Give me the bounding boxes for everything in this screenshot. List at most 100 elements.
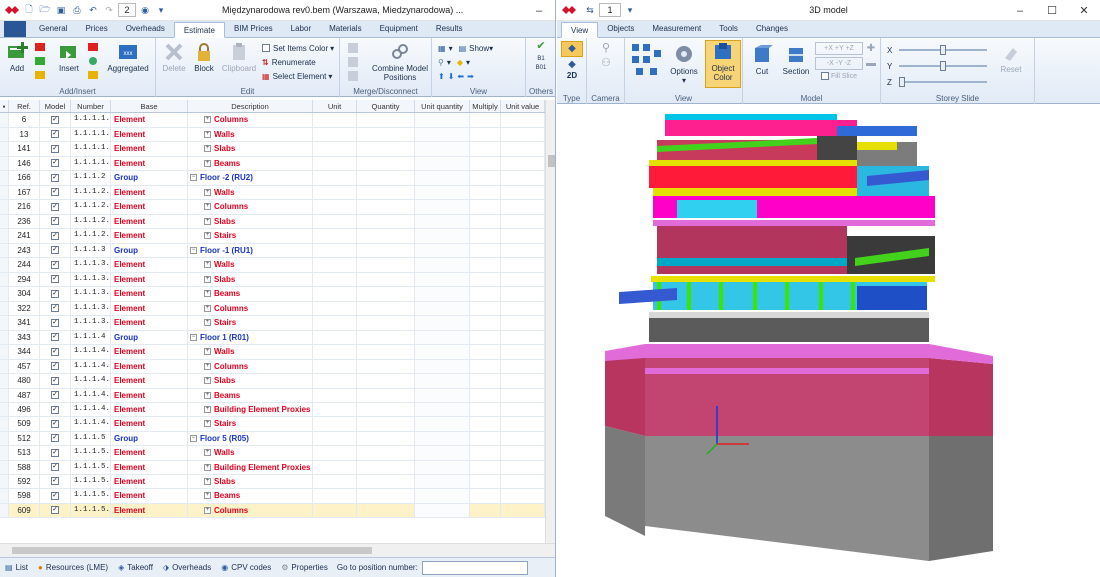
merge-icon[interactable] — [347, 42, 359, 54]
element-row[interactable]: 480 ✓ 1.1.1.4.3 Element + Slabs — [0, 374, 545, 389]
element-row[interactable]: 141 ✓ 1.1.1.1.3 Element + Slabs — [0, 142, 545, 157]
expand-toggle-icon[interactable]: + — [204, 477, 211, 485]
aggregated-button[interactable]: xxx Aggregated — [103, 41, 153, 73]
delete-button[interactable]: Delete — [160, 41, 188, 73]
arrow-down-icon[interactable]: ⬇ — [448, 72, 455, 81]
tab-materials[interactable]: Materials — [320, 21, 370, 37]
plus-x-button[interactable]: +X — [824, 45, 833, 52]
bottom-tab-properties[interactable]: ⚙ Properties — [276, 559, 333, 577]
element-row[interactable]: 592 ✓ 1.1.1.5.3 Element + Slabs — [0, 474, 545, 489]
walk-icon[interactable]: ⚇ — [595, 58, 617, 69]
model-checkbox[interactable]: ✓ — [51, 405, 59, 414]
new-file-icon[interactable]: 🗋 — [22, 3, 36, 17]
element-row[interactable]: 236 ✓ 1.1.1.2.3 Element + Slabs — [0, 214, 545, 229]
column-number[interactable]: Number — [71, 100, 111, 112]
row-selector[interactable] — [0, 142, 9, 156]
row-selector[interactable] — [0, 388, 9, 402]
arrow-up-icon[interactable]: ⬆ — [438, 72, 445, 81]
spin-icon[interactable]: ◉ — [138, 3, 152, 17]
element-row[interactable]: 598 ✓ 1.1.1.5.4 Element + Beams — [0, 489, 545, 504]
storey-slider-track[interactable] — [899, 45, 987, 55]
row-selector[interactable] — [0, 460, 9, 474]
row-selector[interactable] — [0, 345, 9, 359]
plus-icon[interactable]: ✚ — [865, 44, 877, 54]
file-menu-button[interactable] — [4, 21, 26, 37]
expand-toggle-icon[interactable]: + — [204, 203, 211, 211]
model-checkbox[interactable]: ✓ — [51, 159, 59, 168]
expand-toggle-icon[interactable]: − — [190, 434, 197, 442]
element-row[interactable]: 241 ✓ 1.1.1.2.4 Element + Stairs — [0, 229, 545, 244]
model-checkbox[interactable]: ✓ — [51, 448, 59, 457]
set-items-color-button[interactable]: Set Items Color ▾ — [262, 42, 334, 54]
add-button[interactable]: Add — [4, 41, 30, 73]
model-checkbox[interactable]: ✓ — [51, 217, 59, 226]
dropdown-arrow-icon[interactable]: ▾ — [449, 44, 453, 53]
column-unit-value[interactable]: Unit value — [501, 100, 545, 112]
save-icon[interactable]: ▣ — [54, 3, 68, 17]
object-color-button[interactable]: Object Color — [705, 40, 741, 88]
block-button[interactable]: Block — [190, 41, 218, 73]
group-row[interactable]: 343 ✓ 1.1.1.4 Group − Floor 1 (R01) — [0, 330, 545, 345]
model-checkbox[interactable]: ✓ — [51, 477, 59, 486]
storey-slider-track[interactable] — [899, 77, 987, 87]
element-row[interactable]: 487 ✓ 1.1.1.4.4 Element + Beams — [0, 388, 545, 403]
goto-position-input[interactable] — [421, 560, 528, 575]
tab-prices[interactable]: Prices — [76, 21, 116, 37]
dropdown-arrow-icon[interactable]: ▾ — [447, 58, 451, 67]
bottom-tab-overheads[interactable]: ⬗ Overheads — [158, 559, 216, 577]
select-all-icon[interactable]: ▪ — [0, 100, 9, 112]
customize-icon[interactable]: ▾ — [623, 3, 637, 17]
group-row[interactable]: 166 ✓ 1.1.1.2 Group − Floor -2 (RU2) — [0, 171, 545, 186]
expand-toggle-icon[interactable]: + — [204, 217, 211, 225]
print-icon[interactable]: ⎙ — [70, 3, 84, 17]
arrow-left-icon[interactable]: ⬅ — [457, 72, 464, 81]
element-row[interactable]: 509 ✓ 1.1.1.4.6 Element + Stairs — [0, 417, 545, 432]
column-model[interactable]: Model — [40, 100, 71, 112]
row-selector[interactable] — [0, 214, 9, 228]
model-checkbox[interactable]: ✓ — [51, 419, 59, 428]
expand-toggle-icon[interactable]: + — [204, 506, 211, 514]
grid-vertical-scrollbar[interactable] — [545, 100, 555, 543]
element-row[interactable]: 344 ✓ 1.1.1.4.1 Element + Walls — [0, 345, 545, 360]
model-checkbox[interactable]: ✓ — [51, 173, 59, 182]
row-selector[interactable] — [0, 113, 9, 127]
minimize-button[interactable]: – — [523, 0, 555, 21]
show-button[interactable]: Show — [469, 44, 489, 53]
storey-slider-thumb[interactable] — [940, 61, 946, 71]
element-row[interactable]: 146 ✓ 1.1.1.1.4 Element + Beams — [0, 156, 545, 171]
expand-toggle-icon[interactable]: − — [190, 174, 197, 182]
expand-toggle-icon[interactable]: + — [204, 362, 211, 370]
maximize-button[interactable]: ☐ — [1036, 0, 1068, 21]
model-checkbox[interactable]: ✓ — [51, 289, 59, 298]
model-checkbox[interactable]: ✓ — [51, 347, 59, 356]
combine-model-positions-button[interactable]: Combine Model Positions — [370, 41, 430, 82]
tab-overheads[interactable]: Overheads — [117, 21, 174, 37]
minus-z-button[interactable]: -Z — [845, 60, 852, 67]
grid-view-icon[interactable]: ▦ — [438, 44, 446, 53]
element-row[interactable]: 341 ✓ 1.1.1.3.5 Element + Stairs — [0, 316, 545, 331]
element-row[interactable]: 294 ✓ 1.1.1.3.2 Element + Slabs — [0, 272, 545, 287]
row-selector[interactable] — [0, 229, 9, 243]
model-checkbox[interactable]: ✓ — [51, 260, 59, 269]
model-checkbox[interactable]: ✓ — [51, 463, 59, 472]
element-row[interactable]: 457 ✓ 1.1.1.4.2 Element + Columns — [0, 359, 545, 374]
minus-y-button[interactable]: -Y — [836, 60, 843, 67]
numbering-icon[interactable]: B1 B01 — [532, 55, 550, 73]
row-selector[interactable] — [0, 489, 9, 503]
model-checkbox[interactable]: ✓ — [51, 275, 59, 284]
plus-y-button[interactable]: +Y — [835, 45, 844, 52]
row-selector[interactable] — [0, 185, 9, 199]
cut-button[interactable]: Cut — [747, 44, 777, 76]
cube-3d-icon[interactable]: ◆ — [561, 41, 583, 57]
element-row[interactable]: 304 ✓ 1.1.1.3.3 Element + Beams — [0, 287, 545, 302]
row-selector[interactable] — [0, 374, 9, 388]
cube-small-icon[interactable]: ◆ — [561, 60, 583, 70]
column-description[interactable]: Description — [188, 100, 313, 112]
grid-horizontal-scrollbar[interactable] — [0, 543, 555, 557]
group-row[interactable]: 243 ✓ 1.1.1.3 Group − Floor -1 (RU1) — [0, 243, 545, 258]
model-checkbox[interactable]: ✓ — [51, 188, 59, 197]
model-checkbox[interactable]: ✓ — [51, 130, 59, 139]
expand-toggle-icon[interactable]: + — [204, 449, 211, 457]
column-quantity[interactable]: Quantity — [357, 100, 415, 112]
disconnect-icon[interactable] — [347, 56, 359, 68]
